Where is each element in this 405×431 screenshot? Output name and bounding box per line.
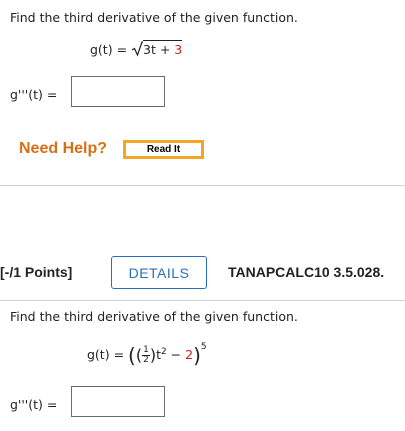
- sqrt-icon: [131, 41, 144, 57]
- problem2-answer-label: g'''(t) =: [10, 397, 58, 412]
- minus-sign: −: [166, 347, 186, 362]
- constant-term: 2: [185, 347, 194, 362]
- course-id: TANAPCALC10 3.5.028.: [228, 264, 385, 280]
- read-it-button[interactable]: Read It: [123, 140, 204, 159]
- problem1-answer-label: g'''(t) =: [10, 87, 58, 102]
- radicand-text: 3t +: [143, 42, 175, 57]
- details-button[interactable]: DETAILS: [111, 256, 207, 289]
- outer-close-paren: ): [193, 343, 201, 368]
- fraction-denominator: 2: [143, 355, 149, 365]
- problem1-prompt: Find the third derivative of the given f…: [10, 10, 298, 25]
- read-it-label: Read It: [125, 142, 202, 157]
- section-divider: [0, 185, 405, 186]
- problem1-answer-input[interactable]: [71, 76, 165, 107]
- problem2-function: g(t) = ((1 2)t2 − 2)5: [87, 342, 207, 366]
- function-lhs: g(t) =: [87, 347, 129, 362]
- points-label: [-/1 Points]: [0, 264, 73, 280]
- fraction: 12: [142, 346, 150, 365]
- problem2-prompt: Find the third derivative of the given f…: [10, 309, 298, 324]
- need-help-label: Need Help?: [19, 140, 108, 157]
- problem2-answer-input[interactable]: [71, 386, 165, 417]
- function-lhs: g(t) =: [90, 42, 132, 57]
- problem1-function: g(t) = 3t + 3: [90, 40, 183, 57]
- outer-open-paren: (: [128, 343, 136, 368]
- outer-exponent: 5: [200, 342, 207, 352]
- header-divider: [0, 300, 405, 301]
- radicand: 3t + 3: [143, 40, 183, 57]
- radicand-constant: 3: [174, 42, 183, 57]
